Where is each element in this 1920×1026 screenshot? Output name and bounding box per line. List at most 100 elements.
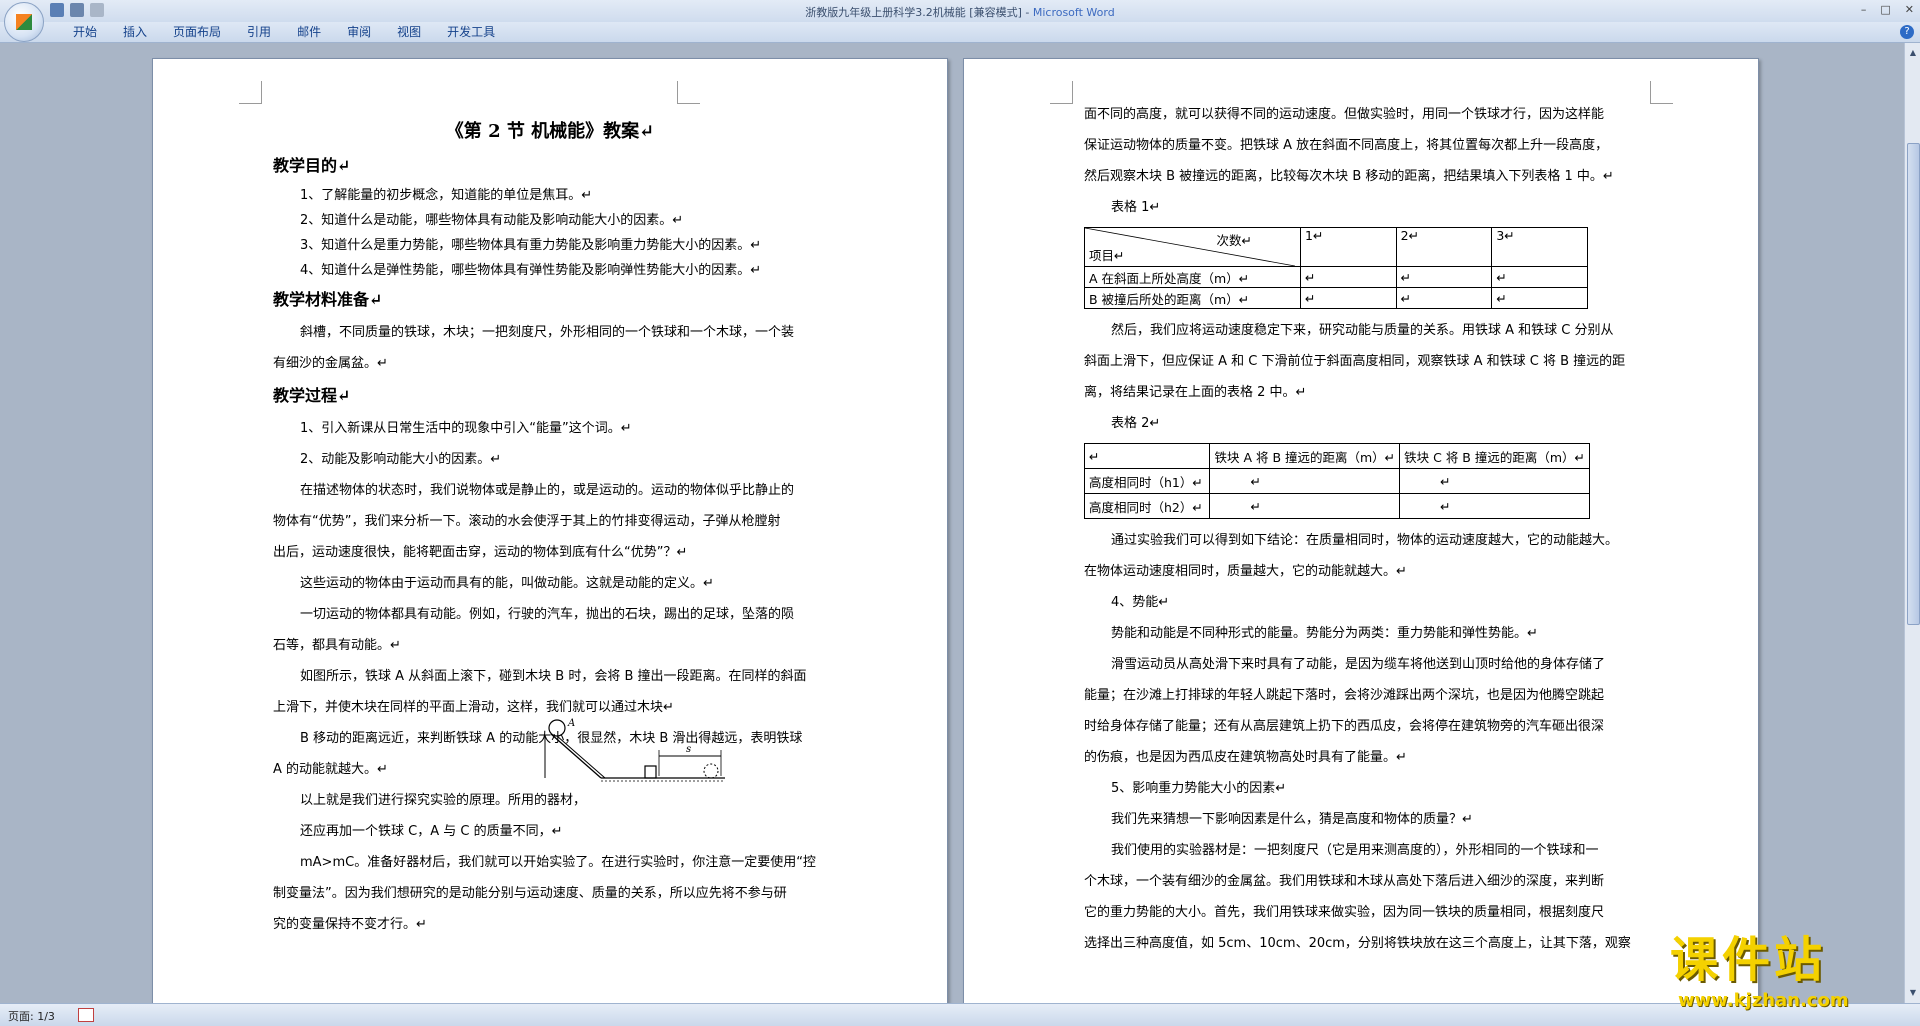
table-1-cell[interactable]: ↵ bbox=[1396, 267, 1492, 288]
paragraph-line: 选择出三种高度值，如 5cm、10cm、20cm，分别将铁块放在这三个高度上，让… bbox=[1084, 928, 1639, 959]
watermark: 课件站 www.kjzhan.com bbox=[1670, 920, 1920, 1010]
proofing-icon[interactable] bbox=[78, 1008, 94, 1022]
heading-objectives: 教学目的↵ bbox=[273, 149, 828, 183]
tab-2[interactable]: 页面布局 bbox=[160, 25, 234, 39]
paragraph-line: 势能和动能是不同种形式的能量。势能分为两类：重力势能和弹性势能。↵ bbox=[1084, 618, 1639, 649]
table-2-cell[interactable]: ↵ bbox=[1400, 469, 1590, 494]
table-1-corner: 次数↵ 项目↵ bbox=[1085, 228, 1301, 267]
tab-3[interactable]: 引用 bbox=[234, 25, 284, 39]
document-title: 浙教版九年级上册科学3.2机械能 [兼容模式] - bbox=[805, 6, 1033, 19]
table-2-cell[interactable]: ↵ bbox=[1400, 494, 1590, 519]
tab-4[interactable]: 邮件 bbox=[284, 25, 334, 39]
minimize-icon[interactable]: – bbox=[1861, 3, 1867, 16]
vertical-scrollbar[interactable]: ▲ ▼ bbox=[1904, 43, 1920, 1003]
paragraph-line: 1、引入新课从日常生活中的现象中引入“能量”这个词。↵ bbox=[273, 413, 828, 444]
document-area: 《第 2 节 机械能》教案↵ 教学目的↵ 1、了解能量的初步概念，知道能的单位是… bbox=[0, 43, 1904, 1003]
window-title: 浙教版九年级上册科学3.2机械能 [兼容模式] - Microsoft Word bbox=[0, 4, 1920, 20]
table-2-cell[interactable]: ↵ bbox=[1210, 494, 1400, 519]
close-icon[interactable]: ✕ bbox=[1905, 3, 1914, 16]
scroll-up-icon[interactable]: ▲ bbox=[1907, 47, 1919, 59]
table-1-row-label: A 在斜面上所处高度（m）↵ bbox=[1085, 267, 1301, 288]
paragraph-line: 斜面上滑下，但应保证 A 和 C 下滑前位于斜面高度相同，观察铁球 A 和铁球 … bbox=[1084, 346, 1639, 377]
objective-item: 1、了解能量的初步概念，知道能的单位是焦耳。↵ bbox=[273, 183, 828, 208]
paragraph-line: 究的变量保持不变才行。↵ bbox=[273, 909, 828, 940]
ball-moved bbox=[704, 764, 718, 778]
paragraph-line: 还应再加一个铁球 C，A 与 C 的质量不同，↵ bbox=[273, 816, 828, 847]
incline-experiment-figure: A h s bbox=[543, 716, 728, 782]
table-1-col-header: 2↵ bbox=[1396, 228, 1492, 267]
tab-6[interactable]: 视图 bbox=[384, 25, 434, 39]
paragraph-line: 物体有“优势”，我们来分析一下。滚动的水会使浮于其上的竹排变得运动，子弹从枪膛射 bbox=[273, 506, 828, 537]
office-button[interactable] bbox=[4, 2, 44, 42]
table-2-row-label: 高度相同时（h2）↵ bbox=[1085, 494, 1210, 519]
table-2-row-label: 高度相同时（h1）↵ bbox=[1085, 469, 1210, 494]
tab-0[interactable]: 开始 bbox=[60, 25, 110, 39]
figure-label-a: A bbox=[567, 718, 575, 729]
paragraph-line: 我们使用的实验器材是：一把刻度尺（它是用来测高度的），外形相同的一个铁球和一 bbox=[1084, 835, 1639, 866]
incline-back bbox=[557, 736, 605, 778]
table-1-row-label: B 被撞后所处的距离（m）↵ bbox=[1085, 288, 1301, 309]
table-2-header: 铁块 C 将 B 撞远的距离（m）↵ bbox=[1400, 444, 1590, 469]
table-2-cell[interactable]: ↵ bbox=[1210, 469, 1400, 494]
table-1-cell[interactable]: ↵ bbox=[1301, 267, 1397, 288]
paragraph-line: mA>mC。准备好器材后，我们就可以开始实验了。在进行实验时，你注意一定要使用“… bbox=[273, 847, 828, 878]
maximize-icon[interactable]: □ bbox=[1880, 3, 1890, 16]
paragraph-line: 4、势能↵ bbox=[1084, 587, 1639, 618]
paragraph-line: 以上就是我们进行探究实验的原理。所用的器材， bbox=[273, 785, 828, 816]
paragraph-line: 我们先来猜想一下影响因素是什么，猜是高度和物体的质量？↵ bbox=[1084, 804, 1639, 835]
watermark-brand: 课件站 bbox=[1670, 920, 1920, 990]
paragraph-line: 的伤痕，也是因为西瓜皮在建筑物高处时具有了能量。↵ bbox=[1084, 742, 1639, 773]
paragraph-line: 然后，我们应将运动速度稳定下来，研究动能与质量的关系。用铁球 A 和铁球 C 分… bbox=[1084, 315, 1639, 346]
ribbon-tabs: 开始插入页面布局引用邮件审阅视图开发工具 ? bbox=[0, 22, 1920, 43]
table-2-header: 铁块 A 将 B 撞远的距离（m）↵ bbox=[1210, 444, 1400, 469]
table-2: ↵ 铁块 A 将 B 撞远的距离（m）↵ 铁块 C 将 B 撞远的距离（m）↵ … bbox=[1084, 443, 1590, 519]
heading-process: 教学过程↵ bbox=[273, 379, 828, 413]
block-b bbox=[645, 766, 656, 778]
page-2[interactable]: 面不同的高度，就可以获得不同的运动速度。但做实验时，用同一个铁球才行，因为这样能… bbox=[963, 58, 1759, 1005]
app-name: Microsoft Word bbox=[1033, 6, 1115, 19]
paragraph-line: 然后观察木块 B 被撞远的距离，比较每次木块 B 移动的距离，把结果填入下列表格… bbox=[1084, 161, 1639, 192]
objective-item: 2、知道什么是动能，哪些物体具有动能及影响动能大小的因素。↵ bbox=[273, 208, 828, 233]
tab-7[interactable]: 开发工具 bbox=[434, 25, 508, 39]
paragraph-line: 滑雪运动员从高处滑下来时具有了动能，是因为缆车将他送到山顶时给他的身体存储了 bbox=[1084, 649, 1639, 680]
objective-item: 3、知道什么是重力势能，哪些物体具有重力势能及影响重力势能大小的因素。↵ bbox=[273, 233, 828, 258]
paragraph-line: 这些运动的物体由于运动而具有的能，叫做动能。这就是动能的定义。↵ bbox=[273, 568, 828, 599]
crop-mark bbox=[1050, 81, 1073, 104]
document-title-heading: 《第 2 节 机械能》教案↵ bbox=[153, 117, 947, 143]
table-1-cell[interactable]: ↵ bbox=[1396, 288, 1492, 309]
incline bbox=[551, 734, 601, 778]
table-2-header: ↵ bbox=[1085, 444, 1210, 469]
paragraph-line: 离，将结果记录在上面的表格 2 中。↵ bbox=[1084, 377, 1639, 408]
crop-mark bbox=[1650, 81, 1673, 104]
scroll-thumb[interactable] bbox=[1907, 143, 1920, 625]
status-bar: 页面: 1/3 bbox=[0, 1003, 1920, 1026]
paragraph-line: 制变量法”。因为我们想研究的是动能分别与运动速度、质量的关系，所以应先将不参与研 bbox=[273, 878, 828, 909]
help-icon[interactable]: ? bbox=[1900, 25, 1914, 39]
objective-item: 4、知道什么是弹性势能，哪些物体具有弹性势能及影响弹性势能大小的因素。↵ bbox=[273, 258, 828, 283]
table-1: 次数↵ 项目↵ 1↵ 2↵ 3↵ A 在斜面上所处高度（m）↵ ↵ ↵ ↵ B … bbox=[1084, 227, 1588, 309]
paragraph-line: 一切运动的物体都具有动能。例如，行驶的汽车，抛出的石块，踢出的足球，坠落的陨 bbox=[273, 599, 828, 630]
paragraph-line: 斜槽，不同质量的铁球，木块；一把刻度尺，外形相同的一个铁球和一个木球，一个装 bbox=[273, 317, 828, 348]
paragraph-line: 表格 1↵ bbox=[1084, 192, 1639, 223]
tab-5[interactable]: 审阅 bbox=[334, 25, 384, 39]
table-1-cell[interactable]: ↵ bbox=[1492, 288, 1588, 309]
table-1-header-count: 次数↵ bbox=[1217, 230, 1252, 249]
crop-mark bbox=[677, 81, 700, 104]
table-1-cell[interactable]: ↵ bbox=[1301, 288, 1397, 309]
page-indicator[interactable]: 页面: 1/3 bbox=[8, 1008, 55, 1024]
tab-1[interactable]: 插入 bbox=[110, 25, 160, 39]
watermark-url: www.kjzhan.com bbox=[1678, 990, 1920, 1011]
paragraph-line: 个木球，一个装有细沙的金属盆。我们用铁球和木球从高处下落后进入细沙的深度，来判断 bbox=[1084, 866, 1639, 897]
paragraph-line: 它的重力势能的大小。首先，我们用铁球来做实验，因为同一铁块的质量相同，根据刻度尺 bbox=[1084, 897, 1639, 928]
paragraph-line: 面不同的高度，就可以获得不同的运动速度。但做实验时，用同一个铁球才行，因为这样能 bbox=[1084, 99, 1639, 130]
page-1[interactable]: 《第 2 节 机械能》教案↵ 教学目的↵ 1、了解能量的初步概念，知道能的单位是… bbox=[152, 58, 948, 1005]
office-logo-icon bbox=[16, 14, 32, 30]
paragraph-line: 如图所示，铁球 A 从斜面上滚下，碰到木块 B 时，会将 B 撞出一段距离。在同… bbox=[273, 661, 828, 692]
window-controls: – □ ✕ bbox=[1861, 3, 1914, 16]
crop-mark bbox=[239, 81, 262, 104]
heading-materials: 教学材料准备↵ bbox=[273, 283, 828, 317]
table-1-cell[interactable]: ↵ bbox=[1492, 267, 1588, 288]
paragraph-line: 石等，都具有动能。↵ bbox=[273, 630, 828, 661]
table-1-col-header: 1↵ bbox=[1301, 228, 1397, 267]
paragraph-line: 保证运动物体的质量不变。把铁球 A 放在斜面不同高度上，将其位置每次都上升一段高… bbox=[1084, 130, 1639, 161]
